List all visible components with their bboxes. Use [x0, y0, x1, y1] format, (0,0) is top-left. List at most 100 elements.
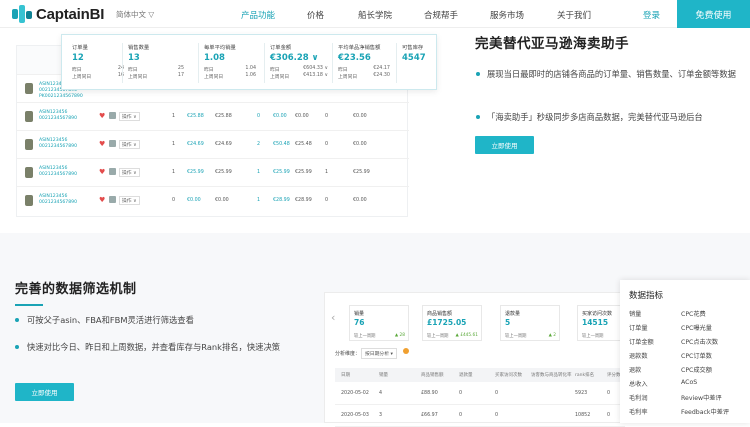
stat-title: 订单金额: [270, 45, 292, 51]
stat-card: 平均单品净销售额 €23.56 昨日 €24.17 上周同日 €24.30: [338, 43, 390, 80]
metric-option[interactable]: 总收入: [629, 379, 648, 388]
metrics-title: 数据指标: [629, 291, 664, 301]
table-cell: 0: [495, 413, 499, 418]
stat-title: 订单量: [72, 45, 88, 51]
stat-lastweek: 上周同日 1.06: [204, 73, 256, 80]
help-icon[interactable]: [403, 348, 409, 354]
logo[interactable]: CaptainBI: [12, 5, 104, 23]
chevron-left-icon[interactable]: ‹: [331, 311, 335, 324]
heart-icon[interactable]: ♥: [99, 168, 105, 176]
table-cell: 1: [172, 114, 176, 119]
asin-link[interactable]: ASIN123456 0021234567890: [39, 166, 77, 178]
feature-bullet: 展现当日最即时的店铺各商品的订单量、销售数量、订单金额等数据: [476, 67, 746, 81]
metric-option[interactable]: 销量: [629, 309, 641, 318]
metric-option[interactable]: 毛利润: [629, 393, 648, 402]
table-cell: €25.88: [187, 114, 204, 119]
metric-option[interactable]: CPC花费: [681, 309, 706, 318]
kpi-card[interactable]: 商品销售额 £1725.05 较上一周期 ▲ £445.61: [422, 305, 482, 341]
stat-title: 可售库存: [402, 45, 424, 51]
table-cell: €0.00: [273, 114, 287, 119]
asin-link[interactable]: ASIN123456 0021234567890: [39, 194, 77, 206]
menu-academy[interactable]: 船长学院: [358, 9, 392, 21]
metric-option[interactable]: ACoS: [681, 379, 697, 386]
kpi-compare-label: 较上一周期: [505, 334, 527, 339]
feature-bullet: 「海卖助手」秒级同步多店商品数据，完美替代亚马逊后台: [476, 110, 746, 124]
asin-link[interactable]: ASIN123456 0021234567890: [39, 110, 77, 122]
kpi-value: 14515: [582, 318, 609, 327]
kpi-card[interactable]: 销量 76 较上一周期 ▲ 28: [349, 305, 409, 341]
login-link[interactable]: 登录: [643, 9, 660, 21]
stat-title: 平均单品净销售额: [338, 45, 381, 51]
bullet-dot: [15, 318, 19, 322]
heart-icon[interactable]: ♥: [99, 112, 105, 120]
stat-value: 13: [128, 53, 140, 63]
action-dropdown[interactable]: 操作 ∨: [119, 168, 140, 177]
table-cell: €25.99: [215, 170, 232, 175]
metric-option[interactable]: Review中差评: [681, 393, 722, 402]
stat-value: €306.28 ∨: [270, 53, 319, 63]
table-cell: €25.99: [187, 170, 204, 175]
use-now-button[interactable]: 立即使用: [475, 136, 534, 154]
product-thumbnail: [25, 83, 33, 94]
metric-option[interactable]: 订单量: [629, 323, 648, 332]
metric-option[interactable]: 订单金额: [629, 337, 654, 346]
menu-compliance[interactable]: 合规帮手: [424, 9, 458, 21]
language-select[interactable]: 简体中文 ▽: [116, 9, 154, 20]
table-cell: 0: [257, 114, 261, 119]
action-dropdown[interactable]: 操作 ∨: [119, 140, 140, 149]
tag-icon[interactable]: [109, 168, 116, 175]
action-dropdown[interactable]: 操作 ∨: [119, 112, 140, 121]
sku-text: 0021234567890: [39, 116, 77, 121]
heart-icon[interactable]: ♥: [99, 196, 105, 204]
asin-link[interactable]: ASIN123456 0021234567890: [39, 138, 77, 150]
tag-icon[interactable]: [109, 112, 116, 119]
metric-option[interactable]: Feedback中差评: [681, 407, 729, 416]
table-cell: 1: [172, 170, 176, 175]
metric-option[interactable]: 退款: [629, 365, 641, 374]
stat-yesterday: 昨日 24: [72, 66, 124, 73]
menu-market[interactable]: 服务市场: [490, 9, 524, 21]
metric-option[interactable]: CPC曝光量: [681, 323, 712, 332]
product-thumbnail: [25, 195, 33, 206]
stat-value: 4547: [402, 53, 426, 63]
table-cell: €25.88: [215, 114, 232, 119]
table-cell: 1: [257, 198, 261, 203]
sku-text: 0021234567890: [39, 172, 77, 177]
heading-underline: [15, 304, 43, 306]
kpi-value: 5: [505, 318, 511, 327]
metric-option[interactable]: CPC订单数: [681, 351, 712, 360]
kpi-card[interactable]: 退款量 5 较上一周期 ▲ 2: [500, 305, 560, 341]
product-thumbnail: [25, 111, 33, 122]
sku-text: 0021234567890: [39, 144, 77, 149]
table-cell: 3: [379, 413, 383, 418]
free-use-button[interactable]: 免费使用: [677, 0, 750, 28]
menu-pricing[interactable]: 价格: [307, 9, 324, 21]
menu-products[interactable]: 产品功能: [241, 9, 275, 21]
table-cell: 0: [325, 142, 329, 147]
stat-yesterday: 昨日 €604.33 ∨: [270, 66, 328, 73]
tag-icon[interactable]: [109, 140, 116, 147]
top-nav: CaptainBI 简体中文 ▽ 产品功能 价格 船长学院 合规帮手 服务市场 …: [0, 0, 750, 28]
table-cell: 1: [257, 170, 261, 175]
tag-icon[interactable]: [109, 196, 116, 203]
table-row: ASIN123456 0021234567890 ♥ 操作 ∨ 1 €25.99 €25…: [17, 158, 409, 186]
table-row: ASIN123456 0021234567890 ♥ 操作 ∨ 0 €0.00 €0.0…: [17, 186, 409, 214]
fnsku-text: PK0021234567890: [39, 94, 83, 99]
table-cell: €0.00: [353, 198, 367, 203]
metric-option[interactable]: 毛利率: [629, 407, 648, 416]
use-now-button[interactable]: 立即使用: [15, 383, 74, 401]
kpi-title: 退款量: [505, 311, 521, 317]
menu-about[interactable]: 关于我们: [557, 9, 591, 21]
stat-lastweek: 上周同日 €413.18 ∨: [270, 73, 328, 80]
bullet-text: 可按父子asin、FBA和FBM灵活进行筛选查看: [27, 315, 194, 325]
metric-option[interactable]: 退款数: [629, 351, 648, 360]
dimension-select[interactable]: 按日期分析 ▾: [361, 348, 397, 359]
divider: [264, 43, 265, 83]
table-cell: 0: [325, 198, 329, 203]
action-dropdown[interactable]: 操作 ∨: [119, 196, 140, 205]
kpi-title: 买家访问次数: [582, 311, 613, 317]
metric-option[interactable]: CPC成交额: [681, 365, 712, 374]
realtime-stats-popup: 订单量 12 昨日 24 上周同日 16 销售数量 13 昨日 25 上周同日 17 每单平…: [61, 34, 437, 90]
heart-icon[interactable]: ♥: [99, 140, 105, 148]
metric-option[interactable]: CPC点击次数: [681, 337, 718, 346]
